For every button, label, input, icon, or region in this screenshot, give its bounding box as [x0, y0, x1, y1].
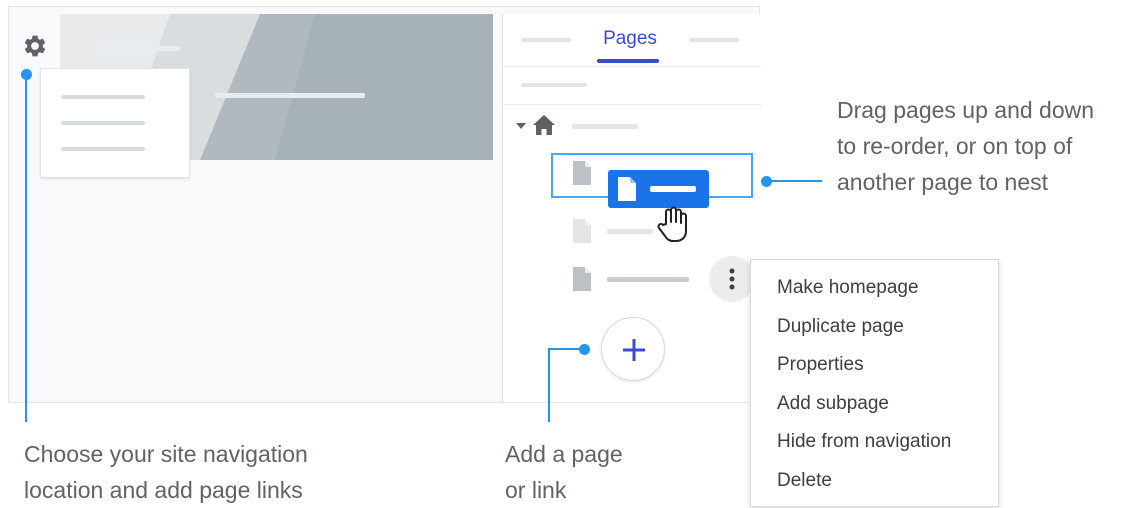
- gear-icon[interactable]: [22, 33, 48, 59]
- banner-nav-placeholder: [215, 93, 365, 98]
- banner-title-placeholder: [96, 46, 180, 51]
- menu-item-properties[interactable]: Properties: [777, 354, 864, 376]
- menu-item-add-subpage[interactable]: Add subpage: [777, 393, 889, 415]
- callout-line-text: location and add page links: [24, 477, 303, 503]
- tab-pages[interactable]: Pages: [597, 28, 663, 50]
- callout-line-text: Add a page: [505, 441, 623, 467]
- home-icon: [533, 115, 555, 135]
- plus-icon: [623, 339, 645, 361]
- nav-link-placeholder: [61, 121, 145, 125]
- menu-item-delete[interactable]: Delete: [777, 470, 832, 492]
- menu-item-make-homepage[interactable]: Make homepage: [777, 277, 919, 299]
- add-callout-text: Add a page or link: [505, 436, 623, 508]
- active-tab-indicator: [597, 59, 659, 63]
- panel-subheader: [503, 66, 761, 105]
- panel-tabs: Pages: [503, 14, 761, 67]
- caret-down-icon[interactable]: [515, 121, 527, 131]
- page-icon: [573, 267, 591, 291]
- page-icon: [573, 219, 591, 243]
- callout-line-text: Drag pages up and down: [837, 97, 1095, 123]
- callout-line-text: another page to nest: [837, 169, 1048, 195]
- drag-callout-text: Drag pages up and down to re-order, or o…: [837, 92, 1094, 200]
- dragged-page-title-placeholder: [650, 186, 696, 192]
- page-icon: [573, 161, 591, 185]
- add-page-button[interactable]: [601, 317, 665, 381]
- menu-item-hide-from-navigation[interactable]: Hide from navigation: [777, 431, 951, 453]
- hand-cursor-icon: [657, 206, 687, 242]
- menu-item-duplicate-page[interactable]: Duplicate page: [777, 316, 904, 338]
- callout-line: [766, 180, 822, 182]
- more-options-button[interactable]: [709, 256, 755, 302]
- callout-line: [548, 348, 582, 350]
- navigation-menu-preview[interactable]: [40, 68, 190, 178]
- nav-link-placeholder: [61, 147, 145, 151]
- callout-line-text: or link: [505, 477, 567, 503]
- subheader-placeholder: [521, 83, 587, 87]
- home-page-title-placeholder[interactable]: [572, 124, 638, 129]
- page-title-placeholder[interactable]: [607, 277, 689, 282]
- tab-placeholder[interactable]: [689, 38, 739, 42]
- tab-placeholder[interactable]: [521, 38, 571, 42]
- callout-line: [548, 348, 550, 422]
- nav-callout-text: Choose your site navigation location and…: [24, 436, 308, 508]
- page-title-placeholder[interactable]: [607, 229, 653, 234]
- page-context-menu: Make homepage Duplicate page Properties …: [750, 259, 999, 507]
- callout-line: [25, 74, 27, 422]
- nav-link-placeholder: [61, 95, 145, 99]
- callout-line-text: to re-order, or on top of: [837, 133, 1073, 159]
- callout-line-text: Choose your site navigation: [24, 441, 308, 467]
- page-icon: [618, 177, 636, 201]
- more-vert-icon: [729, 268, 735, 290]
